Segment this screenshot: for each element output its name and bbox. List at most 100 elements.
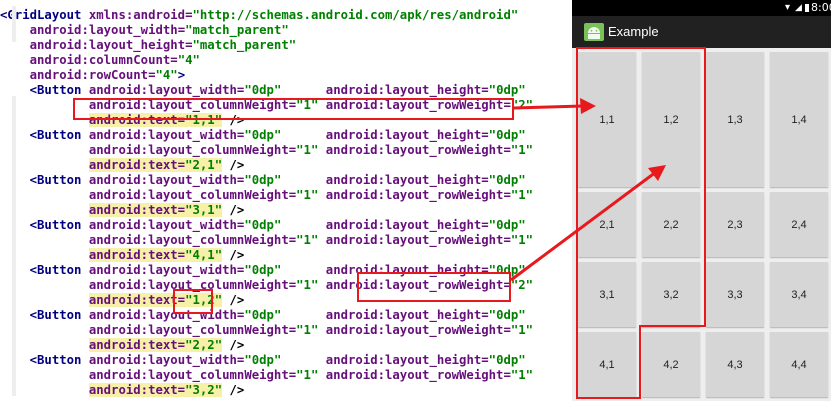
code-token: "1" [296,233,319,247]
code-token: android:layout_height= [29,38,193,52]
code-token: "1" [296,278,319,292]
code-token: "1" [296,143,319,157]
code-token: "1,2" [185,293,223,307]
grid-button-3-3[interactable]: 3,3 [706,262,764,327]
code-token: "0dp" [488,83,526,97]
code-line: <Button android:layout_width= "0dp" andro… [0,173,526,188]
code-line: android:layout_columnWeight="1" android:… [0,233,533,248]
battery-icon [805,4,809,12]
code-line: android:text="1,2" /> [0,293,244,308]
code-token: "0dp" [488,128,526,142]
code-line: <Button android:layout_width="0dp" andro… [0,128,526,143]
code-token: android:text= [88,383,186,397]
grid-button-4-3[interactable]: 4,3 [706,332,764,397]
gutter-marker [12,96,16,396]
code-token: android:columnCount= [29,53,178,67]
code-token: "1" [510,323,534,337]
grid-button-4-2[interactable]: 4,2 [642,332,700,397]
code-token: "2" [510,98,534,112]
code-token: android:text= [88,338,186,352]
grid-button-4-4[interactable]: 4,4 [770,332,828,397]
code-token: android:layout_rowWeight= [325,368,511,382]
code-token: /> [222,158,245,172]
code-editor: <GridLayout xmlns:android="http://schema… [0,0,565,401]
code-token: android:text= [88,203,186,217]
code-token: "0dp" [244,308,282,322]
code-line: <Button android:layout_width="0dp" andro… [0,218,526,233]
code-token: "0dp" [244,263,282,277]
code-line: android:layout_columnWeight="1" android:… [0,368,533,383]
code-token: "0dp" [488,308,526,322]
code-token: "0dp" [244,353,282,367]
grid-button-2-3[interactable]: 2,3 [706,192,764,257]
code-token: /> [222,383,245,397]
grid-button-3-4[interactable]: 3,4 [770,262,828,327]
code-token: <Button [29,218,89,232]
code-token: "4,1" [185,248,223,262]
code-token: android:text= [88,113,186,127]
code-line: android:rowCount="4"> [0,68,185,83]
code-token: "0dp" [244,83,282,97]
code-token: /> [222,293,245,307]
code-token: "4" [177,53,200,67]
code-line: android:layout_height="match_parent" [0,38,297,53]
code-token: android:layout_width= [88,218,245,232]
grid-button-2-1[interactable]: 2,1 [578,192,636,257]
grid-button-1-2[interactable]: 1,2 [642,52,700,187]
code-line: android:text="4,1" /> [0,248,244,263]
code-token: <Button [29,308,89,322]
code-token: android:text= [88,248,186,262]
code-token: <Button [29,173,89,187]
code-token: "1" [296,368,319,382]
wifi-icon: ▾ [785,2,791,13]
code-token: android:layout_columnWeight= [88,233,297,247]
grid-button-3-2[interactable]: 3,2 [642,262,700,327]
app-title: Example [608,24,659,39]
code-token: xmlns:android= [88,8,193,22]
code-token: "2,2" [185,338,223,352]
gutter-marker [12,6,16,42]
grid-button-3-1[interactable]: 3,1 [578,262,636,327]
grid-button-1-1[interactable]: 1,1 [578,52,636,187]
code-token: android:layout_columnWeight= [88,188,297,202]
code-token: android:layout_height= [325,173,489,187]
code-token: android:layout_rowWeight= [325,188,511,202]
code-line: android:text="1,1" /> [0,113,244,128]
code-token: "match_parent" [185,23,289,37]
grid-button-2-2[interactable]: 2,2 [642,192,700,257]
code-token: "1" [510,143,534,157]
code-token: <Button [29,263,89,277]
code-token: "http://schemas.android.com/apk/res/andr… [192,8,519,22]
grid-button-1-3[interactable]: 1,3 [706,52,764,187]
grid-button-1-4[interactable]: 1,4 [770,52,828,187]
code-token: android:layout_width= [88,173,245,187]
code-token: android:layout_rowWeight= [325,233,511,247]
code-token: "0dp" [244,128,282,142]
code-token: android:layout_rowWeight= [325,323,511,337]
grid-button-2-4[interactable]: 2,4 [770,192,828,257]
code-token: "0dp" [488,173,526,187]
code-token: android:text= [88,158,186,172]
code-token: android:layout_rowWeight= [325,278,511,292]
code-token: android:layout_width= [88,83,245,97]
code-token: <Button [29,83,89,97]
phone-preview: ▾ ◢ 8:00 Example 1,11,21,31,4 2,12,22,32,… [572,0,831,401]
code-line: <Button android:layout_width="0dp" andro… [0,353,526,368]
code-token: android:layout_width= [88,353,245,367]
grid-button-4-1[interactable]: 4,1 [578,332,636,397]
code-token: android:layout_rowWeight= [325,143,511,157]
code-line: android:layout_columnWeight="1" android:… [0,98,533,113]
code-token: android:text= [88,293,186,307]
code-token: android:layout_height= [325,263,489,277]
